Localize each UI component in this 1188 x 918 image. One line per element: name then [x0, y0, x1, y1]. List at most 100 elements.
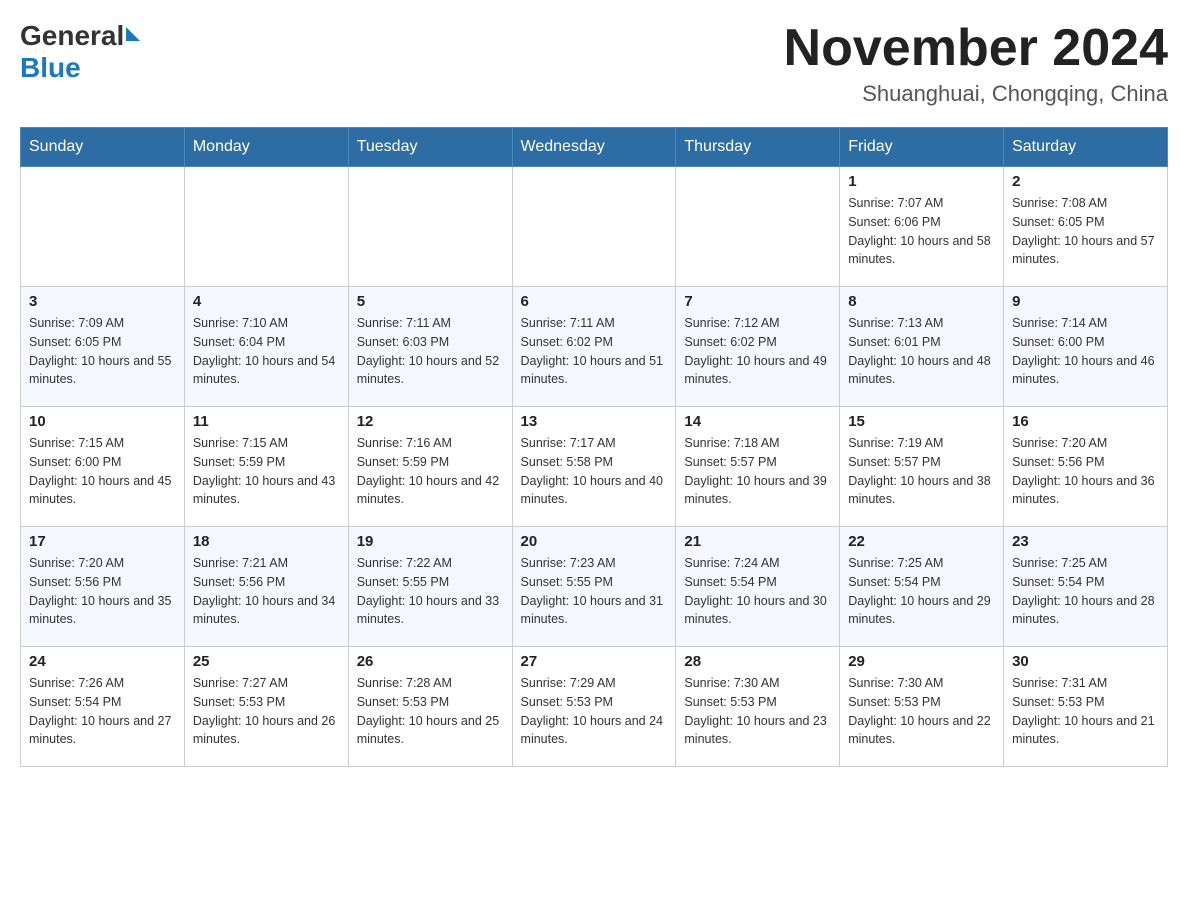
day-number: 17 — [29, 533, 176, 550]
day-info: Sunrise: 7:09 AMSunset: 6:05 PMDaylight:… — [29, 314, 176, 389]
day-number: 20 — [521, 533, 668, 550]
calendar-week-row: 24 Sunrise: 7:26 AMSunset: 5:54 PMDayligh… — [21, 647, 1168, 767]
calendar-cell: 25 Sunrise: 7:27 AMSunset: 5:53 PMDayligh… — [184, 647, 348, 767]
day-info: Sunrise: 7:08 AMSunset: 6:05 PMDaylight:… — [1012, 194, 1159, 269]
day-number: 7 — [684, 293, 831, 310]
day-number: 26 — [357, 653, 504, 670]
day-number: 18 — [193, 533, 340, 550]
calendar-cell: 12 Sunrise: 7:16 AMSunset: 5:59 PMDayligh… — [348, 407, 512, 527]
calendar-cell: 21 Sunrise: 7:24 AMSunset: 5:54 PMDayligh… — [676, 527, 840, 647]
day-number: 25 — [193, 653, 340, 670]
day-number: 10 — [29, 413, 176, 430]
calendar-cell — [21, 167, 185, 287]
calendar-cell: 16Sunrise: 7:20 AMSunset: 5:56 PMDayligh… — [1004, 407, 1168, 527]
day-number: 8 — [848, 293, 995, 310]
day-number: 1 — [848, 173, 995, 190]
calendar-cell: 11 Sunrise: 7:15 AMSunset: 5:59 PMDayligh… — [184, 407, 348, 527]
day-of-week-header: Wednesday — [512, 128, 676, 167]
calendar-cell: 9 Sunrise: 7:14 AMSunset: 6:00 PMDaylight… — [1004, 287, 1168, 407]
day-number: 9 — [1012, 293, 1159, 310]
logo-text: General — [20, 20, 140, 52]
day-info: Sunrise: 7:15 AMSunset: 5:59 PMDaylight:… — [193, 434, 340, 509]
calendar-cell: 26Sunrise: 7:28 AMSunset: 5:53 PMDayligh… — [348, 647, 512, 767]
day-number: 24 — [29, 653, 176, 670]
calendar-cell: 17 Sunrise: 7:20 AMSunset: 5:56 PMDayligh… — [21, 527, 185, 647]
day-info: Sunrise: 7:10 AMSunset: 6:04 PMDaylight:… — [193, 314, 340, 389]
location-subtitle: Shuanghuai, Chongqing, China — [784, 81, 1168, 107]
page-header: General Blue November 2024 Shuanghuai, C… — [20, 20, 1168, 107]
day-number: 15 — [848, 413, 995, 430]
calendar-cell: 5 Sunrise: 7:11 AMSunset: 6:03 PMDaylight… — [348, 287, 512, 407]
day-of-week-header: Friday — [840, 128, 1004, 167]
day-info: Sunrise: 7:11 AMSunset: 6:02 PMDaylight:… — [521, 314, 668, 389]
day-number: 22 — [848, 533, 995, 550]
calendar-cell: 29 Sunrise: 7:30 AMSunset: 5:53 PMDayligh… — [840, 647, 1004, 767]
day-number: 6 — [521, 293, 668, 310]
day-info: Sunrise: 7:25 AMSunset: 5:54 PMDaylight:… — [848, 554, 995, 629]
day-info: Sunrise: 7:17 AMSunset: 5:58 PMDaylight:… — [521, 434, 668, 509]
day-number: 23 — [1012, 533, 1159, 550]
calendar-table: SundayMondayTuesdayWednesdayThursdayFrid… — [20, 127, 1168, 767]
day-info: Sunrise: 7:30 AMSunset: 5:53 PMDaylight:… — [848, 674, 995, 749]
calendar-cell: 7 Sunrise: 7:12 AMSunset: 6:02 PMDaylight… — [676, 287, 840, 407]
calendar-cell: 14Sunrise: 7:18 AMSunset: 5:57 PMDayligh… — [676, 407, 840, 527]
day-number: 12 — [357, 413, 504, 430]
day-info: Sunrise: 7:29 AMSunset: 5:53 PMDaylight:… — [521, 674, 668, 749]
logo-triangle-icon — [126, 27, 140, 41]
calendar-cell: 22 Sunrise: 7:25 AMSunset: 5:54 PMDayligh… — [840, 527, 1004, 647]
calendar-cell: 1Sunrise: 7:07 AMSunset: 6:06 PMDaylight… — [840, 167, 1004, 287]
calendar-cell: 10 Sunrise: 7:15 AMSunset: 6:00 PMDayligh… — [21, 407, 185, 527]
day-info: Sunrise: 7:26 AMSunset: 5:54 PMDaylight:… — [29, 674, 176, 749]
day-number: 2 — [1012, 173, 1159, 190]
calendar-cell — [184, 167, 348, 287]
day-info: Sunrise: 7:20 AMSunset: 5:56 PMDaylight:… — [29, 554, 176, 629]
day-number: 16 — [1012, 413, 1159, 430]
day-of-week-header: Saturday — [1004, 128, 1168, 167]
calendar-cell: 28Sunrise: 7:30 AMSunset: 5:53 PMDayligh… — [676, 647, 840, 767]
day-info: Sunrise: 7:11 AMSunset: 6:03 PMDaylight:… — [357, 314, 504, 389]
calendar-cell: 30 Sunrise: 7:31 AMSunset: 5:53 PMDayligh… — [1004, 647, 1168, 767]
day-number: 4 — [193, 293, 340, 310]
day-number: 27 — [521, 653, 668, 670]
calendar-week-row: 1Sunrise: 7:07 AMSunset: 6:06 PMDaylight… — [21, 167, 1168, 287]
calendar-cell: 20 Sunrise: 7:23 AMSunset: 5:55 PMDayligh… — [512, 527, 676, 647]
day-info: Sunrise: 7:31 AMSunset: 5:53 PMDaylight:… — [1012, 674, 1159, 749]
day-info: Sunrise: 7:14 AMSunset: 6:00 PMDaylight:… — [1012, 314, 1159, 389]
calendar-header-row: SundayMondayTuesdayWednesdayThursdayFrid… — [21, 128, 1168, 167]
calendar-cell: 3 Sunrise: 7:09 AMSunset: 6:05 PMDaylight… — [21, 287, 185, 407]
calendar-cell: 27 Sunrise: 7:29 AMSunset: 5:53 PMDayligh… — [512, 647, 676, 767]
calendar-cell: 24 Sunrise: 7:26 AMSunset: 5:54 PMDayligh… — [21, 647, 185, 767]
calendar-cell: 19Sunrise: 7:22 AMSunset: 5:55 PMDayligh… — [348, 527, 512, 647]
day-info: Sunrise: 7:15 AMSunset: 6:00 PMDaylight:… — [29, 434, 176, 509]
day-number: 19 — [357, 533, 504, 550]
logo-blue-text: Blue — [20, 52, 81, 84]
day-number: 5 — [357, 293, 504, 310]
day-info: Sunrise: 7:16 AMSunset: 5:59 PMDaylight:… — [357, 434, 504, 509]
logo: General Blue — [20, 20, 140, 84]
calendar-cell: 2 Sunrise: 7:08 AMSunset: 6:05 PMDaylight… — [1004, 167, 1168, 287]
day-number: 3 — [29, 293, 176, 310]
day-of-week-header: Monday — [184, 128, 348, 167]
calendar-cell: 18 Sunrise: 7:21 AMSunset: 5:56 PMDayligh… — [184, 527, 348, 647]
day-number: 29 — [848, 653, 995, 670]
calendar-cell: 13 Sunrise: 7:17 AMSunset: 5:58 PMDayligh… — [512, 407, 676, 527]
calendar-week-row: 10 Sunrise: 7:15 AMSunset: 6:00 PMDayligh… — [21, 407, 1168, 527]
day-of-week-header: Sunday — [21, 128, 185, 167]
day-info: Sunrise: 7:12 AMSunset: 6:02 PMDaylight:… — [684, 314, 831, 389]
day-of-week-header: Thursday — [676, 128, 840, 167]
day-info: Sunrise: 7:25 AMSunset: 5:54 PMDaylight:… — [1012, 554, 1159, 629]
calendar-cell: 8 Sunrise: 7:13 AMSunset: 6:01 PMDaylight… — [840, 287, 1004, 407]
day-number: 13 — [521, 413, 668, 430]
day-info: Sunrise: 7:27 AMSunset: 5:53 PMDaylight:… — [193, 674, 340, 749]
day-number: 30 — [1012, 653, 1159, 670]
day-number: 21 — [684, 533, 831, 550]
calendar-week-row: 3 Sunrise: 7:09 AMSunset: 6:05 PMDaylight… — [21, 287, 1168, 407]
day-info: Sunrise: 7:21 AMSunset: 5:56 PMDaylight:… — [193, 554, 340, 629]
day-info: Sunrise: 7:30 AMSunset: 5:53 PMDaylight:… — [684, 674, 831, 749]
day-info: Sunrise: 7:18 AMSunset: 5:57 PMDaylight:… — [684, 434, 831, 509]
calendar-cell: 6 Sunrise: 7:11 AMSunset: 6:02 PMDaylight… — [512, 287, 676, 407]
day-info: Sunrise: 7:24 AMSunset: 5:54 PMDaylight:… — [684, 554, 831, 629]
day-number: 11 — [193, 413, 340, 430]
day-info: Sunrise: 7:13 AMSunset: 6:01 PMDaylight:… — [848, 314, 995, 389]
day-info: Sunrise: 7:23 AMSunset: 5:55 PMDaylight:… — [521, 554, 668, 629]
